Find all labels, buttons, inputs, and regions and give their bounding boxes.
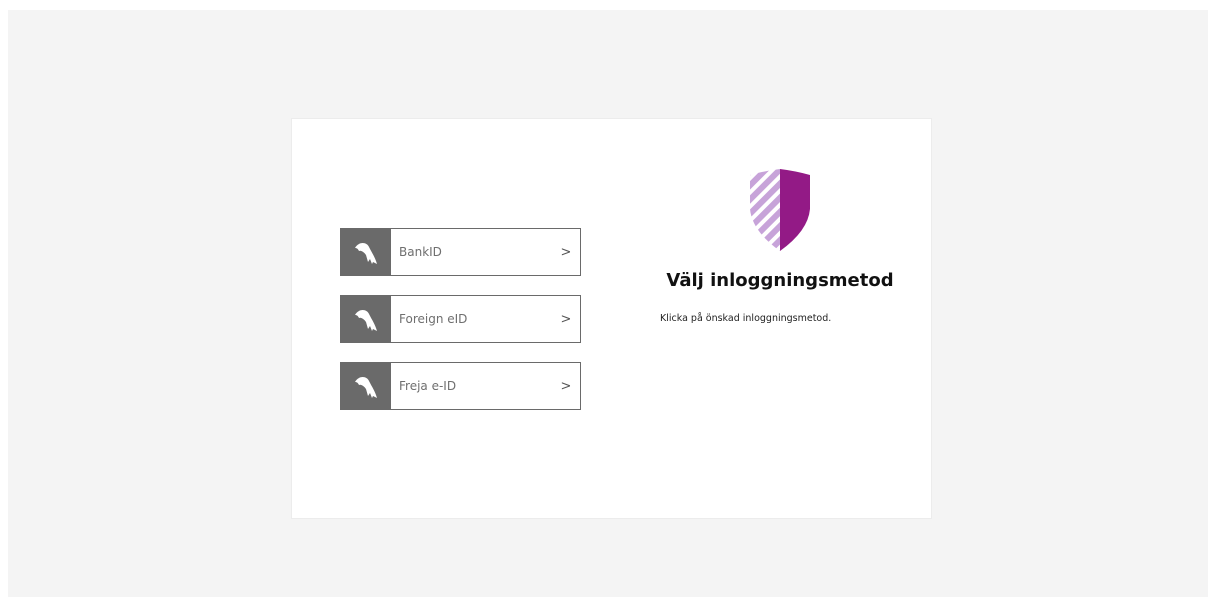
chevron-right-icon: > xyxy=(560,244,572,260)
login-card: BankID > Foreign eID > Freja e-ID > Välj… xyxy=(291,118,932,519)
freja-eid-label: Freja e-ID xyxy=(399,379,457,393)
bankid-button[interactable]: BankID > xyxy=(340,228,581,276)
instruction-text: Klicka på önskad inloggningsmetod. xyxy=(660,313,832,324)
freja-eid-button[interactable]: Freja e-ID > xyxy=(340,362,581,410)
chevron-right-icon: > xyxy=(560,311,572,327)
bird-icon xyxy=(341,229,391,275)
bird-icon xyxy=(341,363,391,409)
foreign-eid-button[interactable]: Foreign eID > xyxy=(340,295,581,343)
foreign-eid-label: Foreign eID xyxy=(399,312,468,326)
page-background: BankID > Foreign eID > Freja e-ID > Välj… xyxy=(8,10,1208,597)
bird-icon xyxy=(341,296,391,342)
page-title: Välj inloggningsmetod xyxy=(666,270,894,291)
bankid-label: BankID xyxy=(399,245,442,259)
chevron-right-icon: > xyxy=(560,378,572,394)
login-method-list: BankID > Foreign eID > Freja e-ID > xyxy=(340,228,581,429)
shield-logo-icon xyxy=(750,169,810,251)
